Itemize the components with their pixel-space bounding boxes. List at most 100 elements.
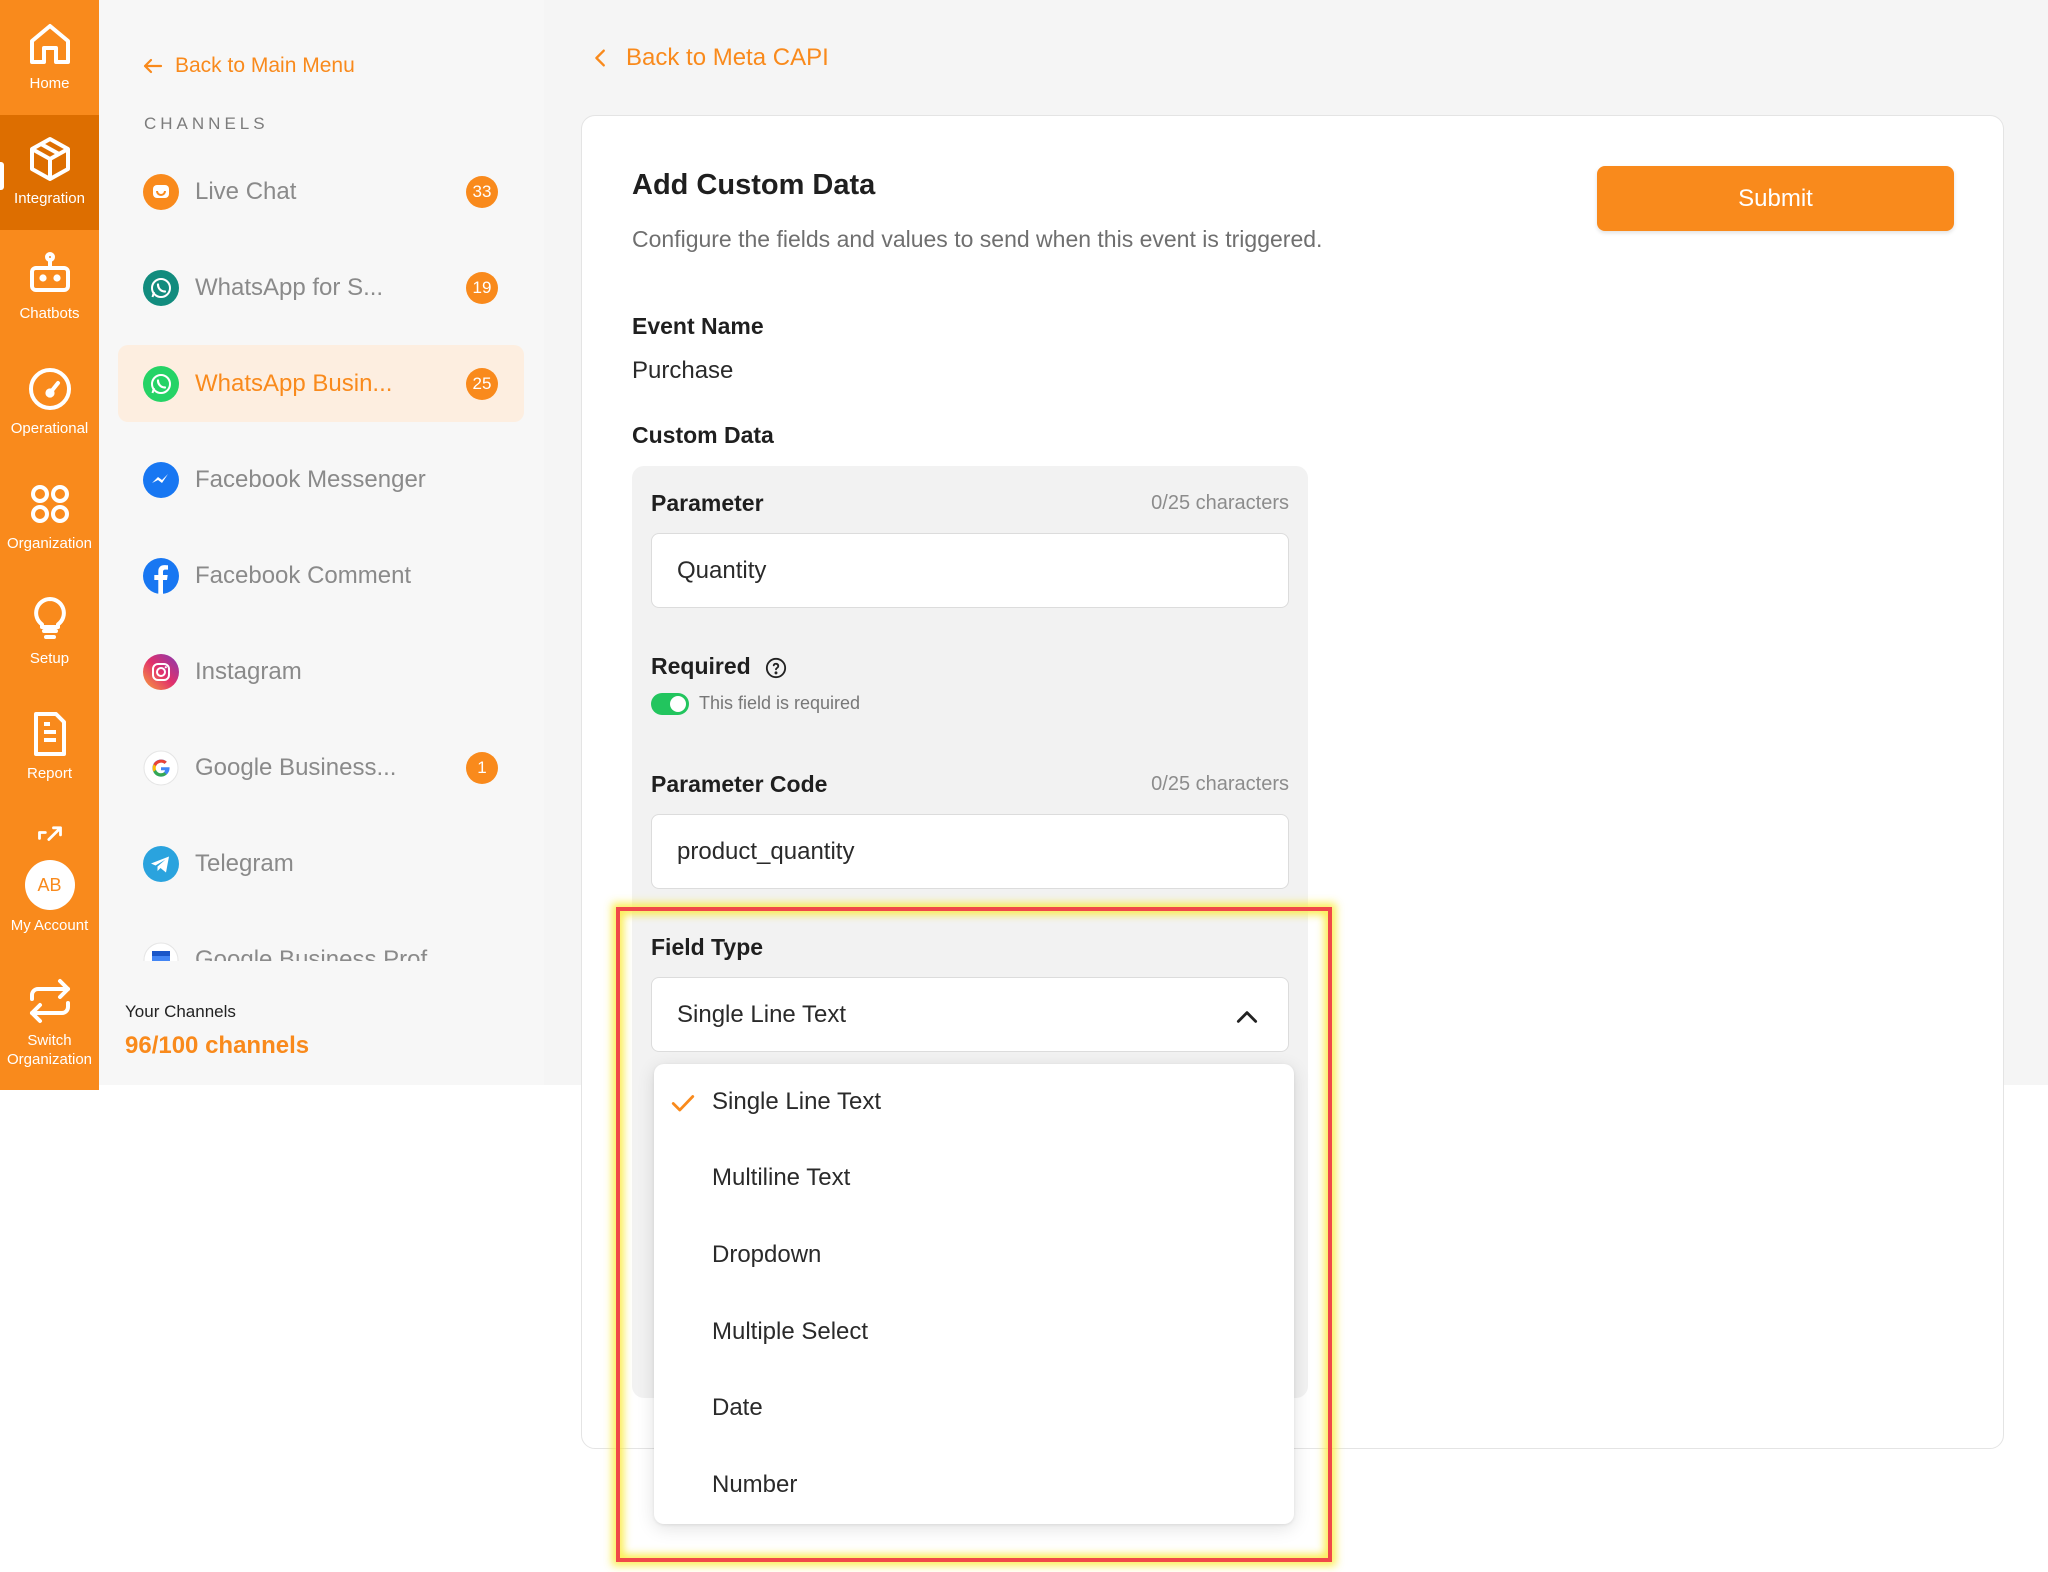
parameter-label: Parameter: [651, 490, 764, 516]
option-label: Single Line Text: [712, 1088, 882, 1115]
channel-item-google-business[interactable]: Google Business... 1: [118, 729, 524, 806]
event-name-label: Event Name: [632, 313, 764, 339]
channel-item-instagram[interactable]: Instagram: [118, 633, 524, 710]
whatsapp-icon: [143, 365, 179, 402]
rail-item-operational[interactable]: Operational: [0, 345, 99, 460]
facebook-icon: [143, 557, 179, 594]
your-channels-label: Your Channels: [125, 1002, 236, 1021]
google-business-profile-icon: [143, 942, 179, 961]
google-icon: [143, 750, 179, 786]
dropdown-option-number[interactable]: Number: [654, 1447, 1294, 1523]
home-icon: [29, 24, 70, 64]
rail-label: Report: [26, 765, 73, 782]
rail-label: Switch: [27, 1032, 72, 1049]
live-chat-icon: [143, 173, 179, 210]
rail-label: Home: [29, 75, 70, 92]
channel-item-whatsapp-for-s[interactable]: WhatsApp for S... 19: [118, 249, 524, 326]
option-label: Date: [712, 1394, 763, 1421]
document-icon: [33, 712, 66, 756]
parameter-code-input[interactable]: product_quantity: [651, 814, 1289, 889]
avatar: AB: [24, 860, 75, 910]
channels-section-label: CHANNELS: [144, 114, 269, 133]
rail-item-setup[interactable]: Setup: [0, 575, 99, 690]
rail-item-organization[interactable]: Organization: [0, 460, 99, 575]
messenger-icon: [143, 461, 179, 498]
channel-item-live-chat[interactable]: Live Chat 33: [118, 153, 524, 230]
rail-item-home[interactable]: Home: [0, 0, 99, 115]
unread-badge: 1: [466, 751, 498, 784]
parameter-input[interactable]: Quantity: [651, 533, 1289, 608]
option-label: Dropdown: [712, 1241, 822, 1268]
option-label: Multiple Select: [712, 1318, 869, 1345]
help-circle-icon[interactable]: [765, 657, 787, 679]
unread-badge: 33: [466, 175, 498, 208]
channel-item-google-business-profile[interactable]: Google Business Prof: [118, 921, 524, 961]
required-toggle[interactable]: [651, 693, 689, 715]
instagram-icon: [143, 653, 179, 690]
channel-name: Live Chat: [195, 177, 297, 205]
rail-item-switch-organization[interactable]: Switch Organization: [0, 955, 99, 1090]
parameter-code-char-count: 0/25 characters: [1151, 773, 1289, 795]
left-rail: Home Integration Chatbots Operational Or…: [0, 0, 99, 1090]
rail-label: Chatbots: [19, 305, 80, 322]
rail-label: Organization: [6, 535, 93, 552]
chevron-up-icon: [1236, 1011, 1258, 1023]
arrow-left-icon: [143, 58, 163, 74]
dropdown-option-date[interactable]: Date: [654, 1370, 1294, 1446]
field-type-select[interactable]: Single Line Text: [651, 977, 1289, 1052]
chevron-left-icon: [595, 49, 605, 67]
channels-panel: Back to Main Menu CHANNELS Live Chat 33 …: [99, 0, 544, 1085]
dropdown-option-single-line-text[interactable]: Single Line Text: [654, 1064, 1294, 1140]
parameter-code-label: Parameter Code: [651, 771, 828, 797]
submit-button[interactable]: Submit: [1597, 166, 1954, 231]
option-label: Number: [712, 1471, 798, 1498]
rail-item-my-account[interactable]: AB My Account: [0, 812, 99, 937]
cube-icon: [29, 137, 70, 181]
channel-item-whatsapp-business[interactable]: WhatsApp Busin... 25: [118, 345, 524, 422]
required-label-text: Required: [651, 653, 751, 679]
back-to-meta-capi-label: Back to Meta CAPI: [626, 44, 829, 71]
back-to-main-menu-link[interactable]: Back to Main Menu: [141, 54, 355, 78]
event-name-value: Purchase: [632, 357, 734, 384]
dropdown-option-multiple-select[interactable]: Multiple Select: [654, 1294, 1294, 1370]
channel-item-telegram[interactable]: Telegram: [118, 825, 524, 902]
channels-count: 96/100 channels: [125, 1032, 310, 1059]
grid-circles-icon: [30, 485, 69, 523]
channel-name: Google Business...: [195, 753, 397, 781]
rail-label: Organization: [6, 1051, 93, 1068]
channel-name: Facebook Comment: [195, 561, 412, 589]
expand-arrow-icon: [37, 826, 62, 841]
channel-name: Facebook Messenger: [195, 465, 426, 493]
unread-badge: 25: [466, 367, 498, 400]
rail-label: Integration: [14, 190, 85, 207]
rail-item-report[interactable]: Report: [0, 690, 99, 805]
unread-badge: 19: [466, 271, 498, 304]
back-to-main-menu-label: Back to Main Menu: [175, 54, 355, 77]
rail-label: Operational: [10, 420, 89, 437]
gauge-icon: [28, 368, 71, 410]
page-title: Add Custom Data: [632, 169, 876, 201]
parameter-char-count: 0/25 characters: [1151, 492, 1289, 514]
dropdown-option-multiline-text[interactable]: Multiline Text: [654, 1140, 1294, 1216]
telegram-icon: [143, 845, 179, 882]
rail-item-chatbots[interactable]: Chatbots: [0, 230, 99, 345]
rail-item-integration[interactable]: Integration: [0, 115, 99, 230]
whatsapp-business-icon: [143, 269, 179, 306]
channel-list: Live Chat 33 WhatsApp for S... 19 WhatsA…: [118, 153, 524, 961]
dropdown-option-dropdown[interactable]: Dropdown: [654, 1217, 1294, 1293]
option-label: Multiline Text: [712, 1164, 851, 1191]
switch-arrows-icon: [29, 979, 70, 1023]
robot-icon: [29, 252, 70, 292]
channel-name: Google Business Prof: [195, 945, 428, 962]
custom-data-label: Custom Data: [632, 422, 774, 448]
channel-name: Instagram: [195, 657, 302, 685]
check-icon: [671, 1095, 695, 1112]
lightbulb-icon: [33, 597, 66, 639]
required-label: Required: [651, 653, 787, 680]
rail-label: Setup: [29, 650, 70, 667]
channel-item-facebook-comment[interactable]: Facebook Comment: [118, 537, 524, 614]
channel-name: Telegram: [195, 849, 294, 877]
back-to-meta-capi-link[interactable]: Back to Meta CAPI: [590, 44, 829, 72]
channel-item-facebook-messenger[interactable]: Facebook Messenger: [118, 441, 524, 518]
rail-label: My Account: [10, 917, 89, 934]
